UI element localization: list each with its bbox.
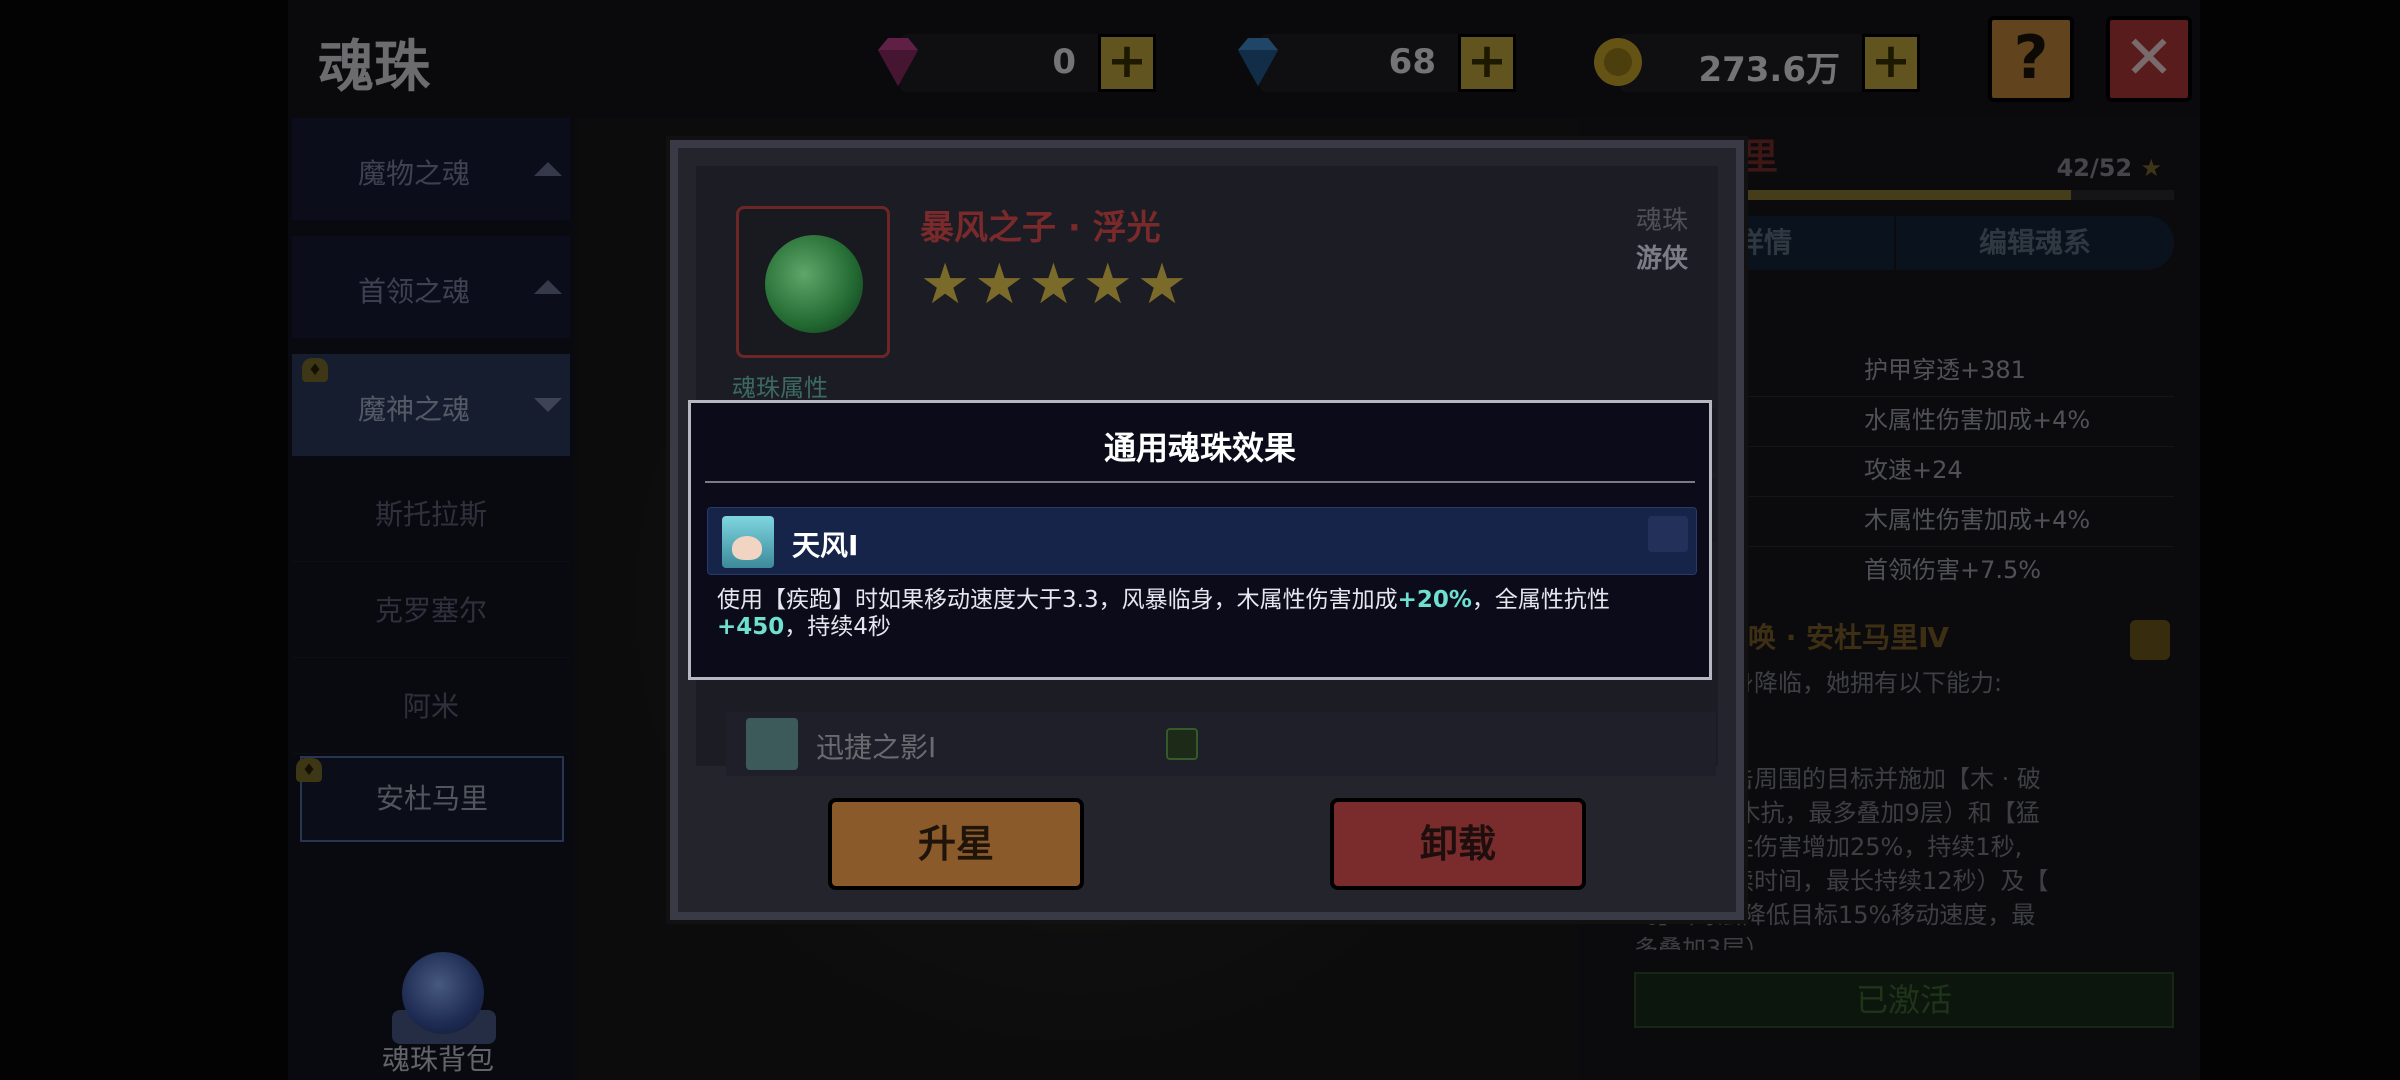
desc-text: 使用【疾跑】时如果移动速度大于3.3，风暴临身，木属性伤害加成: [717, 587, 1398, 613]
gem-frame: [736, 206, 890, 358]
active-check-icon: [1166, 728, 1198, 760]
effect-row[interactable]: 迅捷之影Ⅰ: [726, 712, 1716, 776]
effect-name: 天风Ⅰ: [792, 529, 859, 562]
effect-avatar: [746, 718, 798, 770]
gem-type: 魂珠 游侠: [1636, 202, 1688, 278]
desc-highlight: +450: [717, 614, 785, 640]
desc-text: ，全属性抗性: [1471, 587, 1610, 613]
gem-name: 暴风之子 · 浮光: [920, 208, 1161, 248]
effect-avatar: [722, 516, 774, 568]
upgrade-star-button[interactable]: 升星: [828, 798, 1084, 890]
effect-description: 使用【疾跑】时如果移动速度大于3.3，风暴临身，木属性伤害加成+20%，全属性抗…: [717, 587, 1693, 641]
effect-header: 天风Ⅰ: [707, 507, 1697, 575]
gem-type-label: 魂珠: [1635, 206, 1688, 236]
dialog-title: 通用魂珠效果: [1103, 429, 1296, 467]
attr-title: 魂珠属性: [732, 374, 828, 402]
soul-gem-icon: [765, 235, 863, 333]
desc-text: ，持续4秒: [784, 614, 891, 640]
effect-dialog: 通用魂珠效果 天风Ⅰ 使用【疾跑】时如果移动速度大于3.3，风暴临身，木属性伤害…: [688, 400, 1712, 680]
effect-badge: [1648, 516, 1688, 552]
dialog-divider: [705, 481, 1695, 483]
gem-stars: ★★★★★: [920, 252, 1192, 317]
effect-name: 迅捷之影Ⅰ: [816, 731, 937, 764]
game-screen: 魂珠 0 + 68 + 273.6万 + ? ✕ 魔物之魂: [0, 0, 2400, 1080]
gem-class-label: 游侠: [1635, 244, 1688, 274]
unload-button[interactable]: 卸载: [1330, 798, 1586, 890]
desc-highlight: +20%: [1397, 587, 1472, 613]
